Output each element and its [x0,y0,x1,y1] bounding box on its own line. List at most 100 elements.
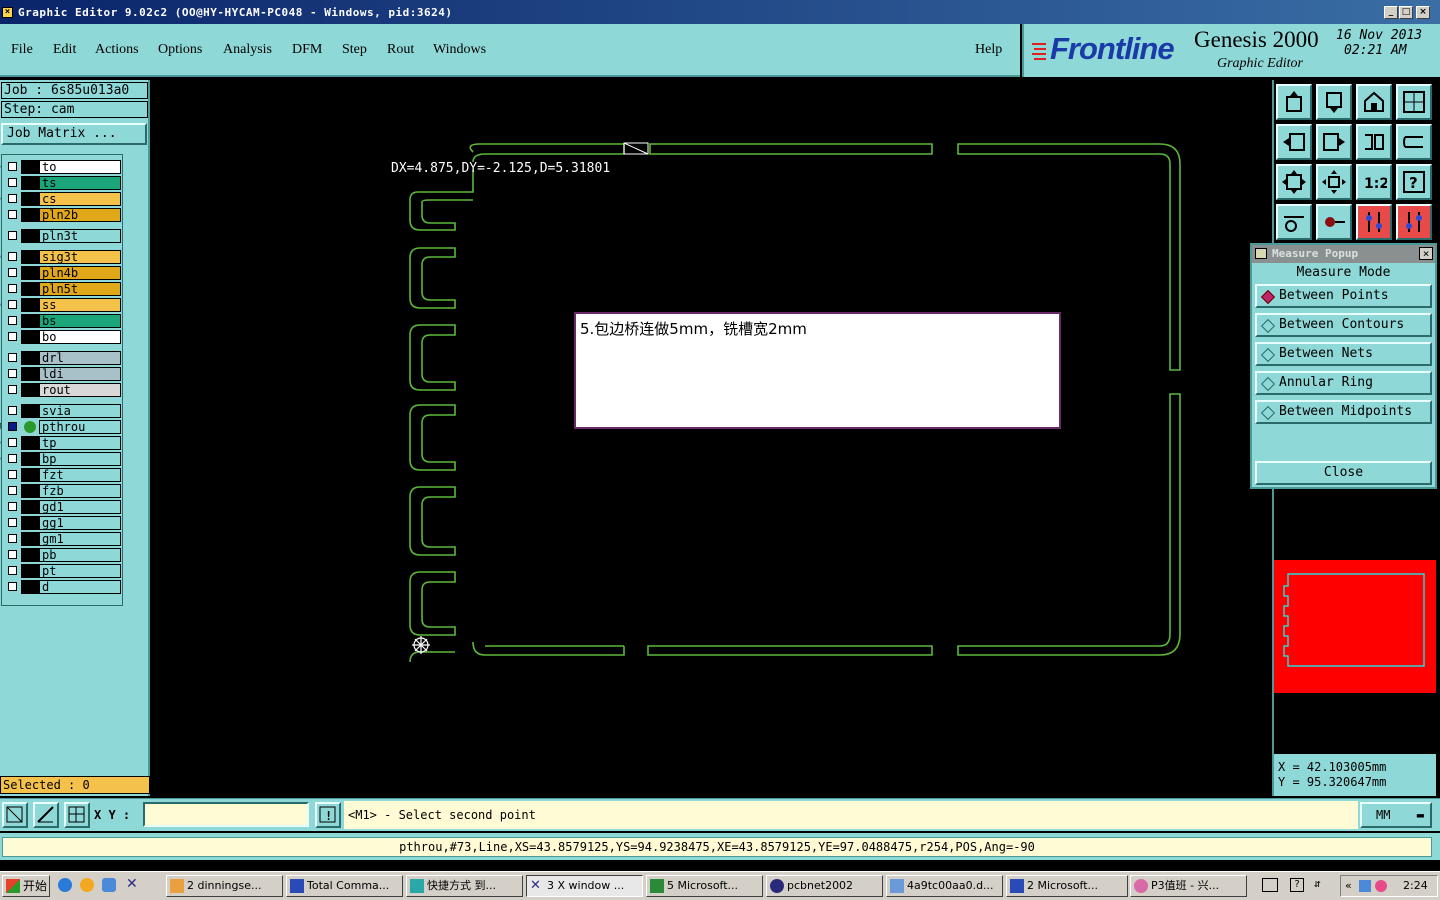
layer-name[interactable]: tp [39,436,121,450]
ie-icon[interactable] [58,878,72,892]
grid-snap-icon[interactable] [64,802,90,828]
layer-checkbox[interactable] [8,438,17,447]
tool-mirror-icon[interactable] [1356,124,1392,160]
layer-checkbox[interactable] [8,332,17,341]
tool-scale-icon[interactable]: 1:2 [1356,164,1392,200]
layer-checkbox[interactable] [8,566,17,575]
layer-affected-slot[interactable] [21,266,40,280]
tool-right-icon[interactable] [1316,124,1352,160]
layer-affected-slot[interactable] [21,367,40,381]
layer-name[interactable]: ldi [39,367,121,381]
menu-edit[interactable]: Edit [53,42,76,58]
layer-affected-slot[interactable] [21,330,40,344]
layer-name[interactable]: ss [39,298,121,312]
task-button[interactable]: pcbnet2002 [766,875,883,897]
layer-affected-slot[interactable] [21,580,40,594]
layer-checkbox[interactable] [8,534,17,543]
menu-actions[interactable]: Actions [95,42,139,58]
layer-checkbox[interactable] [8,178,17,187]
keyboard-icon[interactable] [1262,878,1278,892]
layer-affected-slot[interactable] [21,250,40,264]
tray-expand-icon[interactable]: « [1345,876,1352,896]
layer-affected-slot[interactable] [21,160,40,174]
layer-checkbox[interactable] [8,422,17,431]
layer-affected-slot[interactable] [21,484,40,498]
xy-input[interactable] [143,802,309,827]
task-button[interactable]: 快捷方式 到... [406,875,523,897]
layer-name[interactable]: pln3t [39,229,121,243]
layer-checkbox[interactable] [8,369,17,378]
option-annular-ring[interactable]: Annular Ring [1255,371,1432,395]
units-selector[interactable]: MM ▬ [1360,802,1432,828]
layer-checkbox[interactable] [8,550,17,559]
maximize-button[interactable]: □ [1399,6,1413,19]
task-button[interactable]: 4a9tc00aa0.d... [886,875,1003,897]
x-app-icon[interactable]: ✕ [126,876,138,892]
layer-checkbox[interactable] [8,486,17,495]
alert-icon[interactable]: ! [315,802,341,828]
menu-dfm[interactable]: DFM [292,42,322,58]
layer-affected-slot[interactable] [21,298,40,312]
layer-affected-slot[interactable] [21,500,40,514]
layer-affected-slot[interactable] [21,452,40,466]
layer-checkbox[interactable] [8,252,17,261]
option-between-nets[interactable]: Between Nets [1255,342,1432,366]
snap-icon[interactable] [33,802,59,828]
layer-affected-slot[interactable] [21,468,40,482]
layer-name[interactable]: gg1 [39,516,121,530]
help-tray-icon[interactable]: ? [1290,878,1304,892]
tool-swap-icon[interactable] [1396,124,1432,160]
tool-upload-icon[interactable] [1276,84,1312,120]
tool-net-alt-icon[interactable] [1396,204,1432,240]
layer-affected-slot[interactable] [21,404,40,418]
layer-name[interactable]: pb [39,548,121,562]
task-button[interactable]: 2 Microsoft... [1006,875,1128,897]
layer-name[interactable]: pln4b [39,266,121,280]
layer-checkbox[interactable] [8,284,17,293]
layer-name[interactable]: d [39,580,121,594]
tool-fit-icon[interactable] [1276,164,1312,200]
layer-affected-slot[interactable] [21,282,40,296]
layer-affected-slot[interactable] [21,436,40,450]
layer-name[interactable]: cs [39,192,121,206]
layer-name[interactable]: fzt [39,468,121,482]
menu-windows[interactable]: Windows [433,42,486,58]
option-between-midpoints[interactable]: Between Midpoints [1255,400,1432,424]
overview-thumbnail[interactable] [1274,560,1436,693]
layer-name[interactable]: drl [39,351,121,365]
layer-affected-slot[interactable] [21,351,40,365]
measure-close-button[interactable]: Close [1255,461,1432,485]
layer-checkbox[interactable] [8,162,17,171]
tool-home-icon[interactable] [1356,84,1392,120]
tool-left-icon[interactable] [1276,124,1312,160]
task-button[interactable]: 5 Microsoft... [646,875,763,897]
layer-affected-slot[interactable] [21,208,40,222]
layer-name[interactable]: pthrou [39,420,121,434]
layer-checkbox[interactable] [8,470,17,479]
menu-options[interactable]: Options [158,42,202,58]
menu-help[interactable]: Help [975,42,1002,58]
close-window-button[interactable]: × [1416,6,1430,19]
layer-checkbox[interactable] [8,518,17,527]
layer-name[interactable]: fzb [39,484,121,498]
tool-brush-icon[interactable] [1276,204,1312,240]
layer-checkbox[interactable] [8,353,17,362]
layer-name[interactable]: to [39,160,121,174]
layer-name[interactable]: sig3t [39,250,121,264]
tool-download-icon[interactable] [1316,84,1352,120]
layer-checkbox[interactable] [8,406,17,415]
option-between-contours[interactable]: Between Contours [1255,313,1432,337]
layer-affected-slot[interactable] [21,314,40,328]
option-between-points[interactable]: Between Points [1255,284,1432,308]
job-matrix-button[interactable]: Job Matrix ... [1,123,147,145]
tool-key-icon[interactable] [1316,204,1352,240]
tray-app-icon[interactable] [1375,880,1387,892]
select-mode-icon[interactable] [2,802,28,828]
layer-checkbox[interactable] [8,210,17,219]
layer-name[interactable]: gd1 [39,500,121,514]
task-button[interactable]: P3值班 - 兴... [1130,875,1247,897]
task-button[interactable]: Total Comma... [286,875,403,897]
minimize-button[interactable]: _ [1384,6,1398,19]
layer-checkbox[interactable] [8,194,17,203]
quicklaunch-icon[interactable] [102,878,116,892]
